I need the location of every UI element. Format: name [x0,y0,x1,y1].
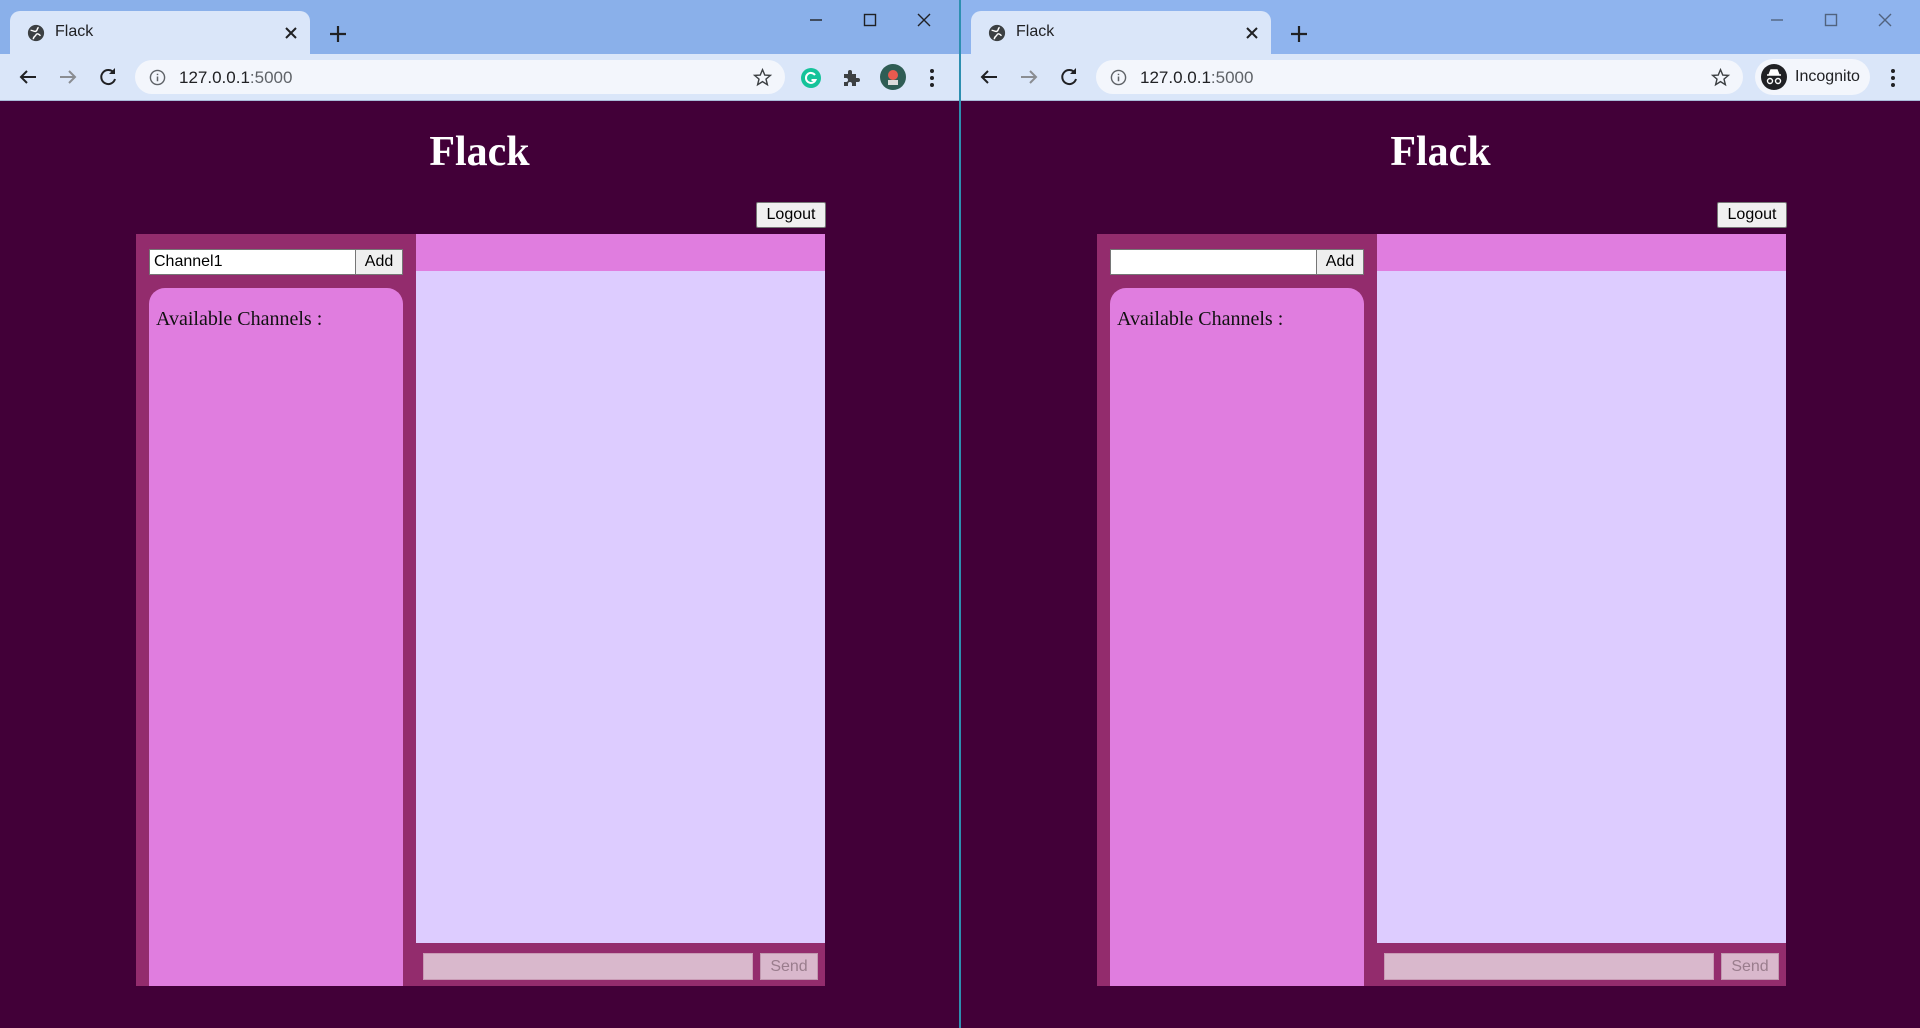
browser-toolbar: 127.0.0.1:5000 [0,54,959,101]
page-title: Flack [1390,129,1491,175]
maximize-button[interactable] [850,8,890,32]
browser-window-left: Flack 127.0.0.1:5000 Flack Logout Channe… [0,0,959,1028]
url-text: 127.0.0.1:5000 [1140,68,1253,88]
channels-panel: Available Channels : [1110,288,1364,986]
title-bar: Flack [0,0,959,54]
chat-header [416,234,825,271]
new-tab-plus-icon[interactable] [1287,22,1311,46]
globe-icon [988,24,1006,42]
channel-name-input[interactable]: Channel1 [149,249,356,275]
new-tab-plus-icon[interactable] [326,22,350,46]
back-arrow-icon[interactable] [14,63,42,91]
maximize-icon [863,13,877,27]
address-bar[interactable]: 127.0.0.1:5000 [1096,60,1743,94]
minimize-icon [1771,19,1783,21]
info-icon[interactable] [149,69,166,86]
minimize-icon [810,19,822,21]
page-content: Flack Logout Channel1 Add Available Chan… [0,101,959,1028]
add-channel-button[interactable]: Add [355,249,403,275]
forward-arrow-icon[interactable] [1015,63,1043,91]
add-channel-button[interactable]: Add [1316,249,1364,275]
chat-app: Add Available Channels : Send [1097,234,1786,986]
window-close-button[interactable] [904,8,944,32]
url-host: 127.0.0.1 [1140,68,1211,87]
channels-heading: Available Channels : [1117,308,1284,330]
channels-heading: Available Channels : [156,308,323,330]
channel-name-input[interactable] [1110,249,1317,275]
send-button[interactable]: Send [1721,953,1779,980]
close-icon[interactable] [1242,23,1262,43]
globe-icon [27,24,45,42]
maximize-button[interactable] [1811,8,1851,32]
message-input[interactable] [423,953,753,980]
messages-area[interactable] [1377,271,1786,943]
url-port: :5000 [249,68,293,87]
minimize-button[interactable] [1757,8,1797,32]
chat-app: Channel1 Add Available Channels : Send [136,234,825,986]
window-close-button[interactable] [1865,8,1905,32]
back-arrow-icon[interactable] [975,63,1003,91]
close-icon [1878,13,1892,27]
logout-button[interactable]: Logout [1717,202,1787,228]
browser-tab[interactable]: Flack [971,11,1271,54]
url-port: :5000 [1210,68,1254,87]
kebab-menu-icon[interactable] [920,66,944,90]
message-input[interactable] [1384,953,1714,980]
url-text: 127.0.0.1:5000 [179,68,292,88]
url-host: 127.0.0.1 [179,68,250,87]
browser-tab[interactable]: Flack [10,11,310,54]
address-bar[interactable]: 127.0.0.1:5000 [135,60,785,94]
info-icon[interactable] [1110,69,1127,86]
incognito-label: Incognito [1795,68,1860,85]
forward-arrow-icon[interactable] [54,63,82,91]
close-icon[interactable] [281,23,301,43]
reload-icon[interactable] [1055,63,1083,91]
close-icon [917,13,931,27]
avatar[interactable] [880,64,906,90]
maximize-icon [1824,13,1838,27]
bookmark-star-icon[interactable] [752,67,773,88]
channels-panel: Available Channels : [149,288,403,986]
puzzle-icon[interactable] [840,66,864,90]
send-button[interactable]: Send [760,953,818,980]
kebab-menu-icon[interactable] [1881,66,1905,90]
incognito-icon [1761,64,1787,90]
incognito-indicator[interactable]: Incognito [1755,59,1870,95]
tab-title: Flack [55,23,94,40]
reload-icon[interactable] [94,63,122,91]
chat-header [1377,234,1786,271]
page-title: Flack [429,129,530,175]
profile-avatar-icon [888,70,898,85]
bookmark-star-icon[interactable] [1710,67,1731,88]
browser-window-right: Flack 127.0.0.1:5000 Incognito Flack Log… [961,0,1920,1028]
browser-toolbar: 127.0.0.1:5000 Incognito [961,54,1920,101]
tab-title: Flack [1016,23,1055,40]
messages-area[interactable] [416,271,825,943]
title-bar: Flack [961,0,1920,54]
logout-button[interactable]: Logout [756,202,826,228]
minimize-button[interactable] [796,8,836,32]
page-content: Flack Logout Add Available Channels : Se… [961,101,1920,1028]
grammarly-icon[interactable] [799,66,823,90]
